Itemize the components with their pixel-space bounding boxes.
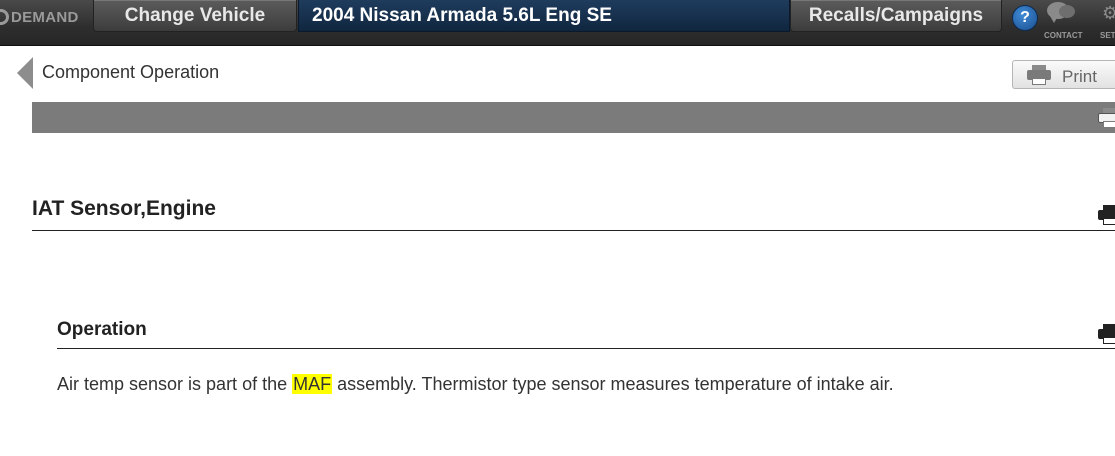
contact-label: CONTACT [1044,31,1083,40]
printer-icon [1027,65,1051,85]
printer-icon[interactable] [1098,324,1115,344]
description-text-end: assembly. Thermistor type sensor measure… [332,374,894,394]
print-label: Print [1062,67,1097,86]
description-text-start: Air temp sensor is part of the [57,374,293,394]
breadcrumb[interactable]: Component Operation [42,62,219,83]
print-button[interactable]: Print [1012,60,1115,89]
settings-button[interactable]: ⚙ SETTINGS [1096,2,1115,42]
contact-button[interactable]: CONTACT [1041,2,1087,42]
back-arrow-icon[interactable] [17,57,33,89]
section-header-bar [32,102,1115,133]
subtitle-divider [57,348,1115,349]
brand-logo: DEMAND [0,0,79,34]
top-toolbar: DEMAND Change Vehicle 2004 Nissan Armada… [0,0,1115,46]
brand-name: DEMAND [11,8,79,26]
section-subtitle: Operation [57,319,147,340]
page-title: IAT Sensor,Engine [32,197,216,220]
operation-description: Air temp sensor is part of the MAF assem… [57,374,894,395]
highlighted-term: MAF [292,374,333,394]
vehicle-selector[interactable]: 2004 Nissan Armada 5.6L Eng SE [298,0,790,32]
contact-chat-icon-tail [1050,16,1058,23]
printer-icon[interactable] [1098,108,1115,128]
recalls-campaigns-button[interactable]: Recalls/Campaigns [790,0,1002,32]
change-vehicle-button[interactable]: Change Vehicle [93,0,297,32]
gear-icon: ⚙ [1102,3,1115,23]
printer-icon[interactable] [1098,205,1115,225]
title-divider [32,230,1115,231]
help-icon[interactable]: ? [1012,5,1038,31]
settings-label: SETTINGS [1100,31,1115,40]
contact-chat-icon-secondary [1059,5,1075,18]
brand-logo-mark [0,9,9,25]
